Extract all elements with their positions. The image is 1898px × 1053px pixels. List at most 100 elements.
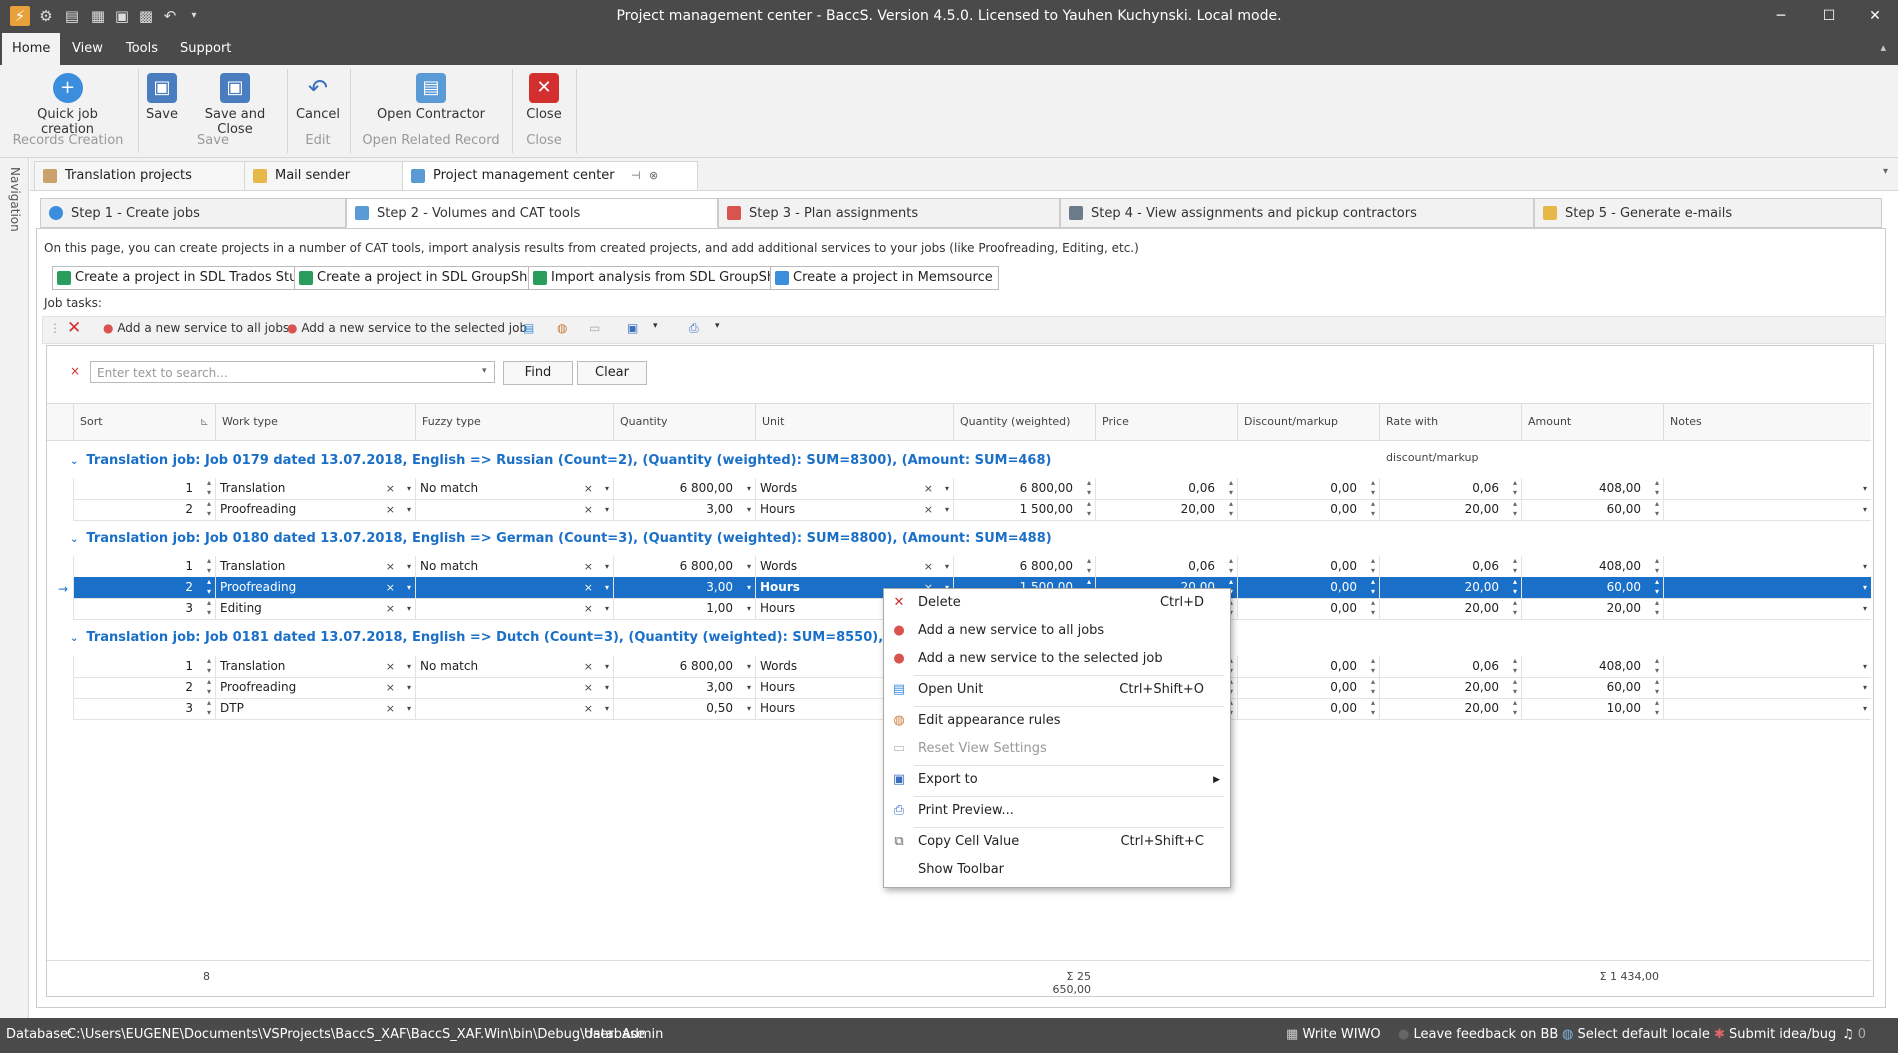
clear-value-icon[interactable]: ×: [386, 556, 395, 577]
dropdown-icon[interactable]: ▾: [1863, 598, 1867, 619]
cell-amount[interactable]: 60,00 ▴ ▾: [1521, 677, 1663, 698]
clear-value-icon[interactable]: ×: [924, 556, 933, 577]
spin-icon[interactable]: ▴▾: [1513, 598, 1517, 618]
dropdown-icon[interactable]: ▾: [605, 656, 609, 677]
tab-project-management-center[interactable]: Project management center ⊣ ⊗: [402, 161, 698, 190]
spin-icon[interactable]: ▴▾: [1655, 478, 1659, 498]
cell-price[interactable]: 20,00 ▴▾: [1095, 499, 1237, 520]
dropdown-icon[interactable]: ▾: [747, 556, 751, 577]
dropdown-icon[interactable]: ▾: [1863, 656, 1867, 677]
cell-sort[interactable]: 3 ▴ ▾: [73, 698, 215, 719]
clear-value-icon[interactable]: ×: [584, 677, 593, 698]
add-service-selected-button[interactable]: ● Add a new service to the selected job: [287, 321, 527, 335]
cell-fuzzy[interactable]: × ▾: [415, 698, 613, 719]
cell-unit[interactable]: Words × ▾: [755, 556, 953, 577]
dropdown-icon[interactable]: ▾: [407, 556, 411, 577]
spin-icon[interactable]: ▴▾: [1513, 577, 1517, 597]
cell-fuzzy[interactable]: × ▾: [415, 598, 613, 619]
ctx-reset-view[interactable]: ▭ Reset View Settings: [884, 736, 1230, 762]
ctx-export-to[interactable]: ▣ Export to ▶: [884, 767, 1230, 793]
cell-qtyw[interactable]: 1 500,00 ▴▾: [953, 499, 1095, 520]
col-unit[interactable]: Unit: [755, 404, 953, 440]
cell-work[interactable]: Proofreading × ▾: [215, 577, 415, 598]
group-row[interactable]: ⌄ Translation job: Job 0180 dated 13.07.2…: [70, 528, 1052, 550]
clear-value-icon[interactable]: ×: [584, 598, 593, 619]
col-discount[interactable]: Discount/markup: [1237, 404, 1379, 440]
cell-amount[interactable]: 60,00 ▴ ▾: [1521, 577, 1663, 598]
spin-icon[interactable]: ▴▾: [1371, 577, 1375, 597]
clear-value-icon[interactable]: ×: [924, 499, 933, 520]
cell-work[interactable]: Proofreading × ▾: [215, 499, 415, 520]
spin-icon[interactable]: ▴▾: [207, 677, 211, 697]
clear-value-icon[interactable]: ×: [584, 556, 593, 577]
dropdown-icon[interactable]: ▾: [747, 677, 751, 698]
cell-qty[interactable]: 6 800,00 ▾: [613, 478, 755, 499]
cell-amount[interactable]: 408,00 ▴ ▾: [1521, 656, 1663, 677]
spin-icon[interactable]: ▴▾: [1513, 478, 1517, 498]
spin-icon[interactable]: ▴▾: [1655, 677, 1659, 697]
cell-fuzzy[interactable]: No match × ▾: [415, 556, 613, 577]
tab-step-5[interactable]: Step 5 - Generate e-mails: [1534, 198, 1882, 228]
open-contractor-button[interactable]: ▤ Open Contractor: [358, 73, 504, 122]
search-input[interactable]: Enter text to search...: [90, 361, 495, 383]
dropdown-icon[interactable]: ▾: [407, 577, 411, 598]
col-rate[interactable]: Rate with discount/markup: [1379, 404, 1521, 464]
dropdown-icon[interactable]: ▾: [407, 499, 411, 520]
locale-button[interactable]: ◍ Select default locale: [1562, 1027, 1710, 1042]
cell-sort[interactable]: 1 ▴ ▾: [73, 656, 215, 677]
dropdown-icon[interactable]: ▾: [605, 677, 609, 698]
dropdown-icon[interactable]: ▾: [407, 478, 411, 499]
dropdown-icon[interactable]: ▾: [747, 499, 751, 520]
cell-disc[interactable]: 0,00 ▴ ▾: [1237, 577, 1379, 598]
cell-fuzzy[interactable]: × ▾: [415, 677, 613, 698]
cell-qty[interactable]: 3,00 ▾: [613, 677, 755, 698]
spin-icon[interactable]: ▴▾: [1371, 478, 1375, 498]
search-dropdown-icon[interactable]: ▾: [482, 366, 487, 376]
save-button[interactable]: ▣ Save: [144, 73, 180, 122]
cell-disc[interactable]: 0,00 ▴ ▾: [1237, 698, 1379, 719]
tab-step-3[interactable]: Step 3 - Plan assignments: [718, 198, 1060, 228]
dropdown-icon[interactable]: ▾: [605, 478, 609, 499]
table-row[interactable]: 1 ▴ ▾ Translation × ▾ No match × ▾ 6 800,00 ▾ Words…: [73, 556, 1871, 578]
spin-icon[interactable]: ▴▾: [1655, 577, 1659, 597]
cell-disc[interactable]: 0,00 ▴ ▾: [1237, 556, 1379, 577]
spin-icon[interactable]: ▴▾: [1229, 556, 1233, 576]
cancel-button[interactable]: ↶ Cancel: [294, 73, 342, 122]
menu-support[interactable]: Support: [170, 33, 241, 65]
ctx-open-unit[interactable]: ▤ Open Unit Ctrl+Shift+O: [884, 677, 1230, 703]
col-work-type[interactable]: Work type: [215, 404, 415, 440]
spin-icon[interactable]: ▴▾: [1513, 556, 1517, 576]
spin-icon[interactable]: ▴▾: [1371, 556, 1375, 576]
cell-amount[interactable]: 408,00 ▴ ▾: [1521, 556, 1663, 577]
dropdown-icon[interactable]: ▾: [407, 656, 411, 677]
delete-icon[interactable]: ✕: [67, 318, 81, 338]
cell-price[interactable]: 0,06 ▴ ▾: [1095, 556, 1237, 577]
cell-fuzzy[interactable]: × ▾: [415, 577, 613, 598]
dropdown-icon[interactable]: ▾: [747, 698, 751, 719]
dropdown-icon[interactable]: ▾: [1863, 499, 1867, 520]
spin-icon[interactable]: ▴▾: [207, 598, 211, 618]
col-notes[interactable]: Notes: [1663, 404, 1871, 440]
cell-disc[interactable]: 0,00 ▴ ▾: [1237, 499, 1379, 520]
clear-value-icon[interactable]: ×: [386, 577, 395, 598]
cell-fuzzy[interactable]: × ▾: [415, 499, 613, 520]
open-unit-icon[interactable]: ▤: [523, 321, 534, 335]
cell-rate[interactable]: 20,00 ▴ ▾: [1379, 677, 1521, 698]
spin-icon[interactable]: ▴▾: [1371, 656, 1375, 676]
print-preview-icon[interactable]: ⎙: [689, 321, 699, 336]
maximize-button[interactable]: ☐: [1814, 6, 1844, 26]
cell-price[interactable]: 0,06 ▴ ▾: [1095, 478, 1237, 499]
cell-notes[interactable]: ▾: [1663, 677, 1871, 698]
group-row[interactable]: ⌄ Translation job: Job 0181 dated 13.07.2…: [70, 627, 956, 649]
spin-icon[interactable]: ▴▾: [207, 478, 211, 498]
cell-work[interactable]: Translation × ▾: [215, 556, 415, 577]
cell-disc[interactable]: 0,00 ▴ ▾: [1237, 677, 1379, 698]
cell-rate[interactable]: 20,00 ▴ ▾: [1379, 577, 1521, 598]
table-row[interactable]: 2▴▾Proofreading×▾×▾3,00▾Hours×▾1 500,00▴…: [73, 499, 1871, 521]
cell-rate[interactable]: 0,06 ▴ ▾: [1379, 556, 1521, 577]
cell-work[interactable]: Editing × ▾: [215, 598, 415, 619]
ctx-show-toolbar[interactable]: Show Toolbar: [884, 857, 1230, 883]
find-button[interactable]: Find: [503, 361, 573, 385]
dropdown-icon[interactable]: ▾: [605, 598, 609, 619]
spin-icon[interactable]: ▴▾: [1655, 598, 1659, 618]
